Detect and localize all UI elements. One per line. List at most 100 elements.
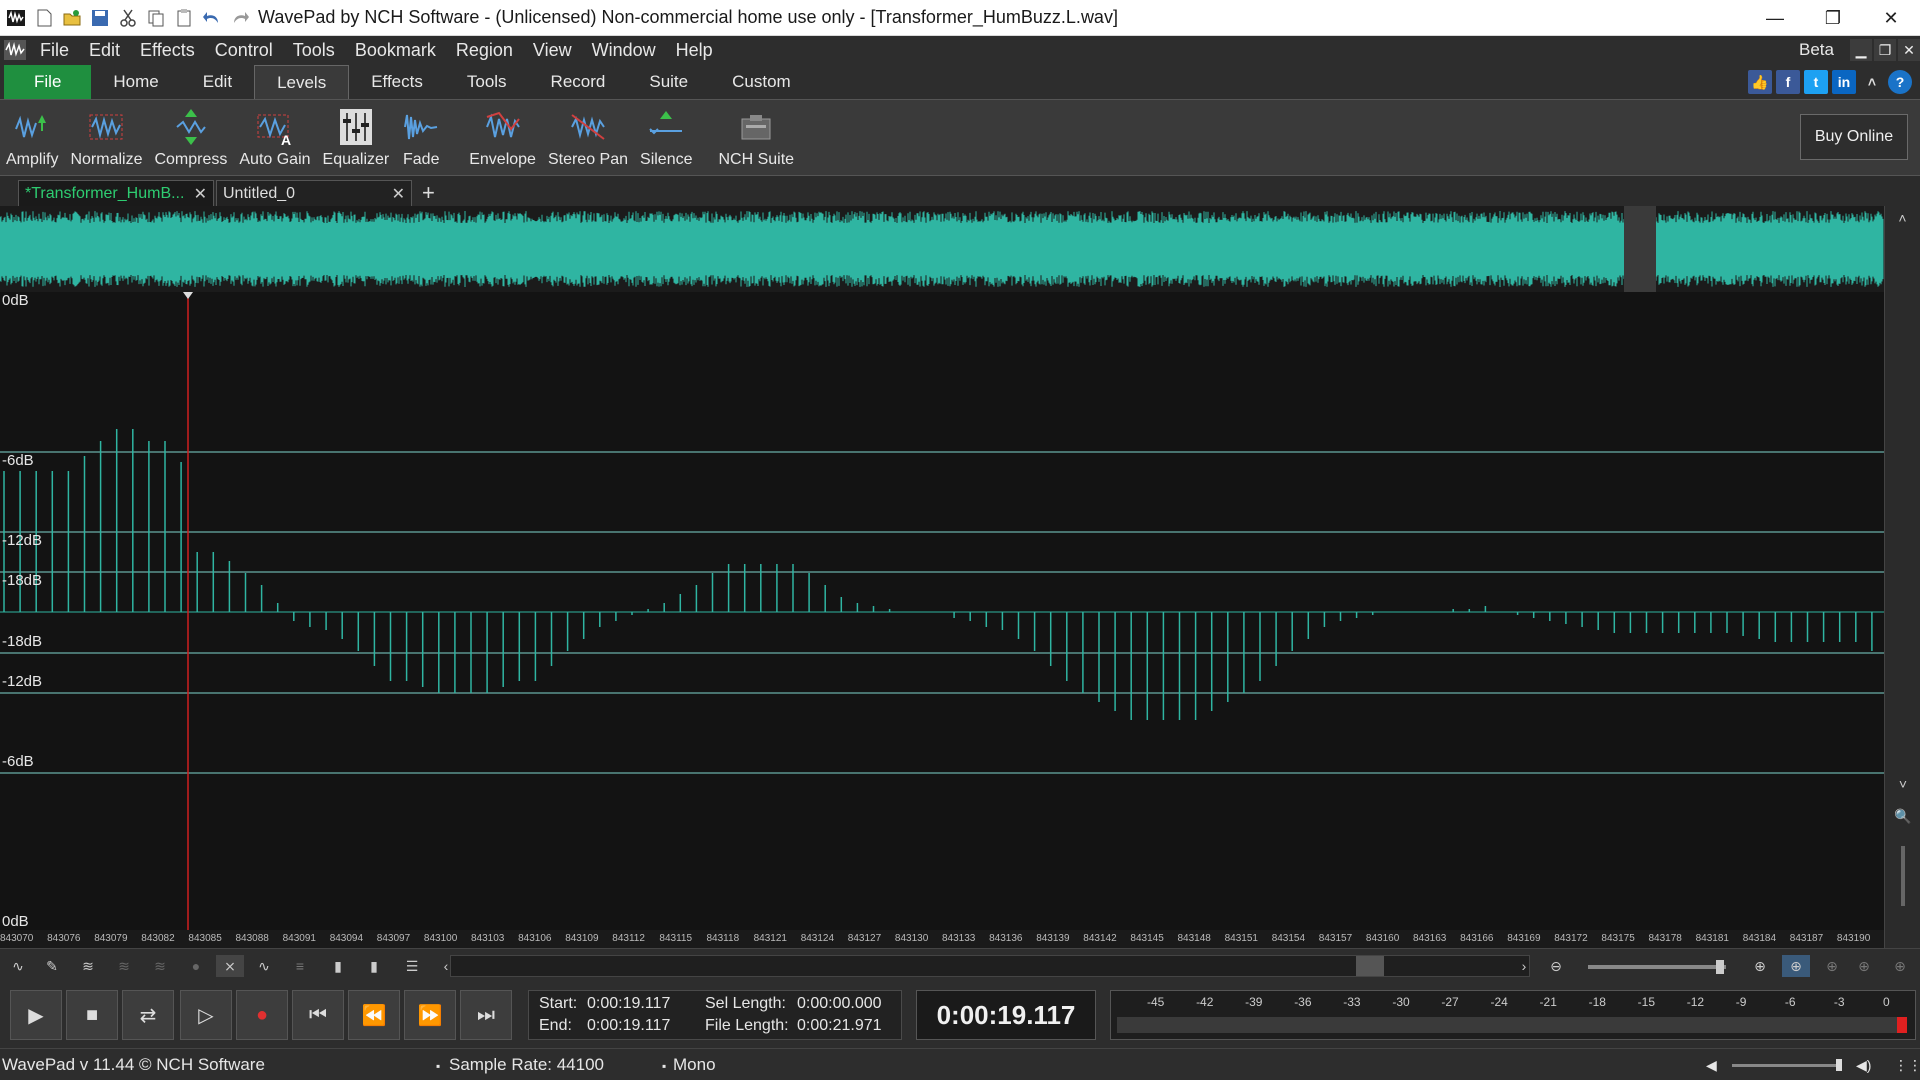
waveform-view-icon[interactable]: ∿: [4, 955, 32, 977]
buy-online-button[interactable]: Buy Online: [1800, 114, 1908, 160]
zoom-slider-knob[interactable]: [1716, 960, 1724, 974]
doc-tab-transformer[interactable]: *Transformer_HumB... ✕: [18, 180, 214, 206]
mdi-minimize-icon[interactable]: ▁: [1850, 39, 1872, 61]
scroll-right-icon[interactable]: ›: [1510, 955, 1538, 977]
menu-control[interactable]: Control: [205, 36, 283, 64]
scroll-down-icon[interactable]: ˅: [1885, 772, 1920, 796]
cross-wave-icon[interactable]: ⨯: [216, 955, 244, 977]
tab-suite[interactable]: Suite: [627, 65, 710, 99]
menu-window[interactable]: Window: [582, 36, 666, 64]
pencil-icon[interactable]: ✎: [38, 955, 66, 977]
tab-record[interactable]: Record: [529, 65, 628, 99]
overview-viewport-marker[interactable]: [1624, 206, 1656, 292]
compress-button[interactable]: Compress: [148, 100, 233, 175]
new-file-icon[interactable]: [32, 6, 56, 30]
tab-tools[interactable]: Tools: [445, 65, 529, 99]
zoom-in-icon[interactable]: ⊕: [1746, 955, 1774, 977]
scroll-thumb[interactable]: [1356, 956, 1384, 976]
fade-button[interactable]: Fade: [395, 100, 463, 175]
nch-suite-button[interactable]: NCH Suite: [713, 100, 801, 175]
menu-file[interactable]: File: [30, 36, 79, 64]
spectral-icon[interactable]: ≋: [110, 955, 138, 977]
list-icon[interactable]: ☰: [398, 955, 426, 977]
close-tab-icon[interactable]: ✕: [194, 184, 207, 204]
zoom-full-icon[interactable]: ⊕: [1818, 955, 1846, 977]
volume-low-icon[interactable]: ◀: [1706, 1057, 1717, 1074]
cut-icon[interactable]: [116, 6, 140, 30]
linkedin-icon[interactable]: in: [1832, 70, 1856, 94]
sample-ruler[interactable]: 843070 843076 843079 843082 843085 843088 8430…: [0, 930, 1884, 948]
dense-wave-icon[interactable]: ≡: [286, 955, 314, 977]
start-value[interactable]: 0:00:19.117: [587, 995, 670, 1013]
zoom-slider[interactable]: [1588, 960, 1726, 974]
vertical-zoom-slider[interactable]: [1901, 846, 1905, 906]
menu-help[interactable]: Help: [666, 36, 723, 64]
auto-gain-button[interactable]: A Auto Gain: [233, 100, 316, 175]
tab-file[interactable]: File: [4, 65, 92, 99]
doc-tab-untitled[interactable]: Untitled_0 ✕: [216, 180, 412, 206]
play-button[interactable]: ▶: [10, 990, 62, 1040]
jump-start-button[interactable]: ⏮: [292, 990, 344, 1040]
copy-icon[interactable]: [144, 6, 168, 30]
sine-icon[interactable]: ∿: [250, 955, 278, 977]
volume-high-icon[interactable]: ◀): [1856, 1057, 1871, 1074]
menu-edit[interactable]: Edit: [79, 36, 130, 64]
resize-grip-icon[interactable]: ⋮⋮: [1894, 1057, 1920, 1074]
normalize-button[interactable]: Normalize: [64, 100, 148, 175]
tab-effects[interactable]: Effects: [349, 65, 445, 99]
like-icon[interactable]: 👍: [1748, 70, 1772, 94]
undo-icon[interactable]: [200, 6, 224, 30]
zoom-fit-icon[interactable]: ⊕: [1850, 955, 1878, 977]
paste-icon[interactable]: [172, 6, 196, 30]
jump-end-button[interactable]: ⏭: [460, 990, 512, 1040]
zoom-vertical-icon[interactable]: 🔍: [1885, 804, 1920, 828]
redo-icon[interactable]: [228, 6, 252, 30]
menu-tools[interactable]: Tools: [283, 36, 345, 64]
tab-edit[interactable]: Edit: [181, 65, 254, 99]
envelope-button[interactable]: Envelope: [463, 100, 542, 175]
waveform-view[interactable]: 0dB -6dB -12dB -18dB -18dB -12dB -6dB 0d…: [0, 292, 1884, 948]
rewind-button[interactable]: ⏪: [348, 990, 400, 1040]
record-button[interactable]: ●: [236, 990, 288, 1040]
caret-up-icon[interactable]: ˄: [1860, 70, 1884, 94]
tab-custom[interactable]: Custom: [710, 65, 813, 99]
scroll-up-icon[interactable]: ˄: [1885, 206, 1920, 230]
sample-rate-text[interactable]: Sample Rate: 44100: [449, 1055, 604, 1075]
volume-slider-knob[interactable]: [1836, 1059, 1842, 1071]
silence-button[interactable]: Silence: [634, 100, 712, 175]
add-tab-icon[interactable]: +: [422, 180, 435, 206]
zoom-out-icon[interactable]: ⊖: [1542, 955, 1570, 977]
channels-text[interactable]: Mono: [673, 1055, 716, 1075]
volume-slider[interactable]: [1732, 1059, 1842, 1071]
play-to-cursor-button[interactable]: ▷: [180, 990, 232, 1040]
bars-alt-icon[interactable]: ▮: [360, 955, 388, 977]
tab-home[interactable]: Home: [91, 65, 180, 99]
twitter-icon[interactable]: t: [1804, 70, 1828, 94]
mdi-restore-icon[interactable]: ❐: [1874, 39, 1896, 61]
multi-wave-icon[interactable]: ≋: [74, 955, 102, 977]
menu-effects[interactable]: Effects: [130, 36, 205, 64]
app-logo-icon[interactable]: [4, 6, 28, 30]
stop-button[interactable]: ■: [66, 990, 118, 1040]
open-file-icon[interactable]: [60, 6, 84, 30]
close-button[interactable]: ✕: [1862, 0, 1920, 36]
spectrum-icon[interactable]: ≋: [146, 955, 174, 977]
mdi-close-icon[interactable]: ✕: [1898, 39, 1920, 61]
amplify-button[interactable]: Amplify: [0, 100, 64, 175]
zoom-selection-icon[interactable]: ⊕: [1782, 955, 1810, 977]
vertical-scrollbar[interactable]: ˄ ˅ 🔍: [1884, 206, 1920, 950]
end-value[interactable]: 0:00:19.117: [587, 1017, 670, 1035]
cursor-marker-icon[interactable]: [183, 292, 193, 299]
menu-region[interactable]: Region: [446, 36, 523, 64]
horizontal-scrollbar[interactable]: [450, 955, 1530, 977]
app-menu-icon[interactable]: [0, 36, 30, 64]
equalizer-button[interactable]: Equalizer: [317, 100, 396, 175]
bars-icon[interactable]: ▮: [324, 955, 352, 977]
close-tab-icon[interactable]: ✕: [392, 184, 405, 204]
save-icon[interactable]: [88, 6, 112, 30]
facebook-icon[interactable]: f: [1776, 70, 1800, 94]
menu-view[interactable]: View: [523, 36, 582, 64]
overview-waveform[interactable]: [0, 206, 1884, 292]
menu-bookmark[interactable]: Bookmark: [345, 36, 446, 64]
stereo-pan-button[interactable]: Stereo Pan: [542, 100, 634, 175]
